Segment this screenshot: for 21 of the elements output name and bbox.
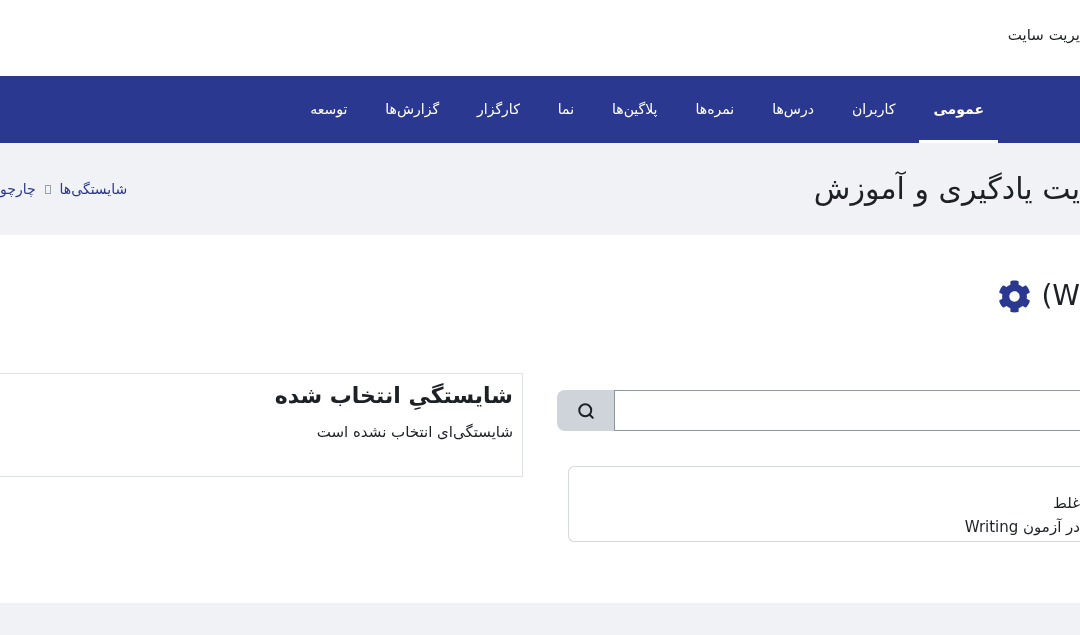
nav-tab[interactable]: پلاگین‌ها — [598, 76, 672, 143]
panel-message: شایستگی‌ای انتخاب نشده است — [316, 422, 513, 443]
nav-tab[interactable]: گزارش‌ها — [371, 76, 454, 143]
panel-title: شایستگیِ انتخاب شده — [274, 382, 513, 412]
nav-tab[interactable]: کاربران — [837, 76, 910, 143]
site-admin-title: یریت سایت — [1007, 24, 1080, 46]
nav-tab[interactable]: توسعه — [296, 76, 362, 143]
nav-tab[interactable]: درس‌ها — [758, 76, 828, 143]
nav-tab[interactable]: کارگزار — [463, 76, 534, 143]
settings-icon[interactable] — [998, 279, 1032, 313]
page-heading: (W — [1041, 282, 1080, 310]
breadcrumb-link[interactable]: چارچو — [0, 178, 36, 200]
search-button[interactable] — [557, 390, 614, 431]
separator-icon — [44, 184, 51, 194]
breadcrumb-link[interactable]: شایستگی‌ها — [59, 178, 128, 200]
search-icon — [576, 401, 595, 420]
tree-node[interactable]: در آزمون Writing — [964, 515, 1080, 539]
search-field[interactable] — [614, 390, 1080, 431]
nav-tab[interactable]: نمره‌ها — [681, 76, 749, 143]
nav-tab[interactable]: نما — [543, 76, 589, 143]
tree-node[interactable]: غلط — [1052, 491, 1080, 515]
